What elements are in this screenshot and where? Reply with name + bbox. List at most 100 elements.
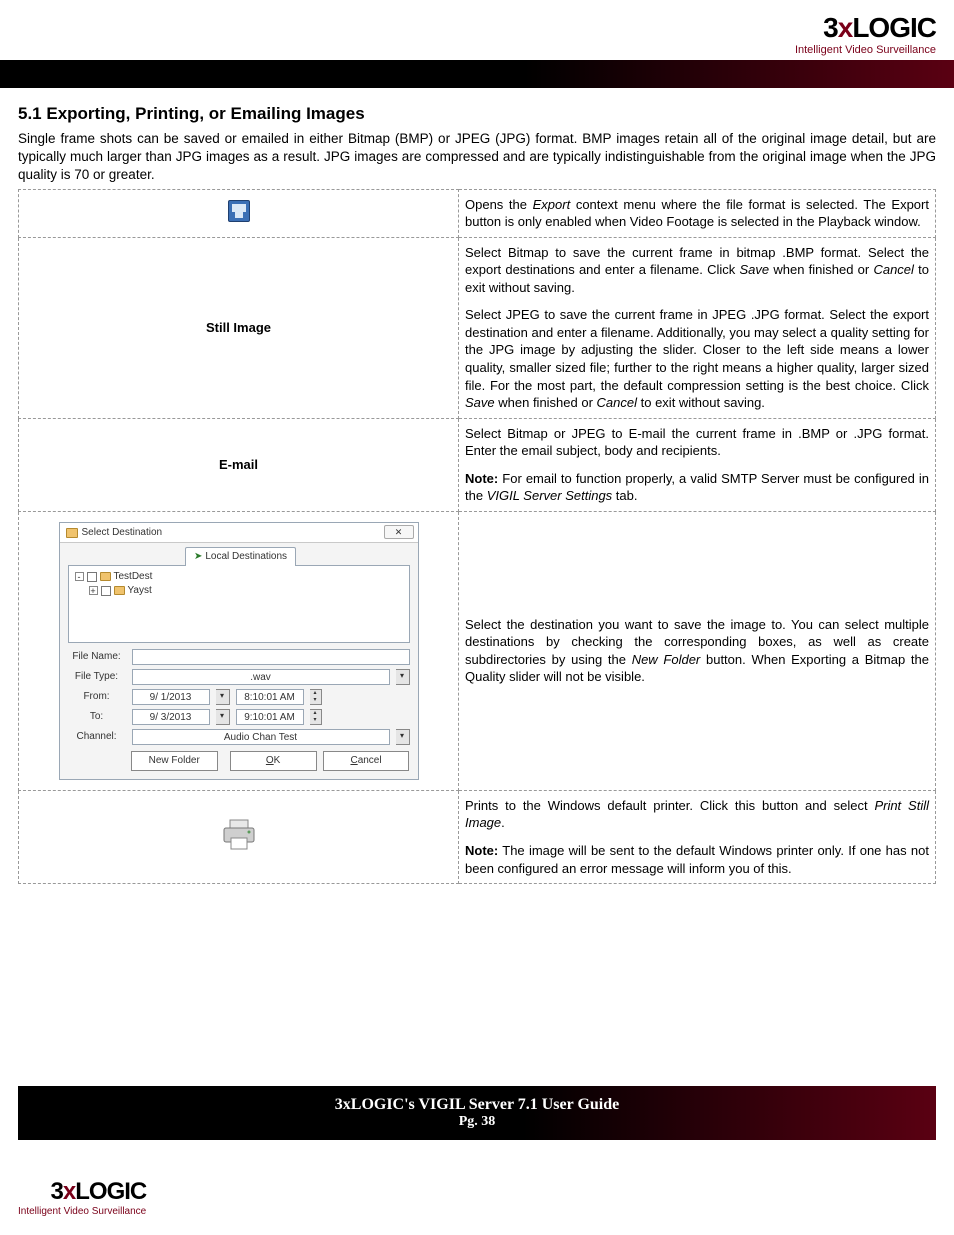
row-filename: File Name: xyxy=(68,649,410,665)
table-row: Still Image Select Bitmap to save the cu… xyxy=(19,237,936,418)
cell-export-desc: Opens the Export context menu where the … xyxy=(459,189,936,237)
tree-label: TestDest xyxy=(114,570,153,584)
dialog-title: Select Destination xyxy=(82,526,163,540)
tab-label: Local Destinations xyxy=(205,551,287,562)
dropdown-icon[interactable]: ▾ xyxy=(396,669,410,685)
arrow-icon: ➤ xyxy=(194,551,202,562)
dropdown-icon[interactable]: ▾ xyxy=(396,729,410,745)
cell-dest-desc: Select the destination you want to save … xyxy=(459,511,936,790)
spinner[interactable]: ▴▾ xyxy=(310,709,322,725)
dialog-title-bar: Select Destination ✕ xyxy=(60,523,418,544)
folder-icon xyxy=(66,528,78,538)
label-to: To: xyxy=(68,710,126,724)
row-to: To: 9/ 3/2013 ▾ 9:10:01 AM ▴▾ xyxy=(68,709,410,725)
logo-x: x xyxy=(63,1178,75,1205)
em-cancel: Cancel xyxy=(873,262,913,277)
text: Select JPEG to save the current frame in… xyxy=(465,307,929,392)
spinner[interactable]: ▴▾ xyxy=(310,689,322,705)
new-folder-button[interactable]: New Folder xyxy=(131,751,218,771)
em-export: Export xyxy=(533,197,571,212)
tab-local-destinations[interactable]: ➤Local Destinations xyxy=(185,547,296,566)
label-filetype: File Type: xyxy=(68,670,126,684)
feature-table: Opens the Export context menu where the … xyxy=(18,189,936,884)
text: when finished or xyxy=(495,395,597,410)
footer-page: Pg. 38 xyxy=(18,1114,936,1130)
text: Select Bitmap or JPEG to E-mail the curr… xyxy=(465,425,929,460)
footer-title: 3xLOGIC's VIGIL Server 7.1 User Guide xyxy=(18,1096,936,1114)
section-title: 5.1 Exporting, Printing, or Emailing Ima… xyxy=(18,104,936,124)
logo-part1: 3 xyxy=(823,12,838,43)
row-channel: Channel: Audio Chan Test ▾ xyxy=(68,729,410,745)
label-channel: Channel: xyxy=(68,730,126,744)
cell-still-label: Still Image xyxy=(19,237,459,418)
expand-icon[interactable]: + xyxy=(89,586,98,595)
text: when finished or xyxy=(769,262,873,277)
em-save: Save xyxy=(740,262,770,277)
folder-icon xyxy=(100,572,111,581)
dropdown-icon[interactable]: ▾ xyxy=(216,709,230,725)
dialog-button-row: New Folder OK Cancel xyxy=(68,751,410,771)
destination-tree[interactable]: - TestDest + Yayst xyxy=(68,565,410,643)
text: tab. xyxy=(612,488,637,503)
filename-input[interactable] xyxy=(132,649,410,665)
dropdown-icon[interactable]: ▾ xyxy=(216,689,230,705)
ok-button[interactable]: OK xyxy=(230,751,317,771)
em-new-folder: New Folder xyxy=(632,652,701,667)
from-time-input[interactable]: 8:10:01 AM xyxy=(236,689,304,705)
page-content: 5.1 Exporting, Printing, or Emailing Ima… xyxy=(0,104,954,884)
em-settings: VIGIL Server Settings xyxy=(487,488,613,503)
close-button[interactable]: ✕ xyxy=(384,525,414,539)
table-row: Prints to the Windows default printer. C… xyxy=(19,790,936,883)
to-time-input[interactable]: 9:10:01 AM xyxy=(236,709,304,725)
logo-part1: 3 xyxy=(51,1178,63,1205)
to-date-input[interactable]: 9/ 3/2013 xyxy=(132,709,210,725)
dialog-body: ➤Local Destinations - TestDest + xyxy=(60,543,418,779)
collapse-icon[interactable]: - xyxy=(75,572,84,581)
from-date-input[interactable]: 9/ 1/2013 xyxy=(132,689,210,705)
cancel-button[interactable]: Cancel xyxy=(323,751,410,771)
tree-label: Yayst xyxy=(128,584,152,598)
text: The image will be sent to the default Wi… xyxy=(465,843,929,876)
text: Opens the xyxy=(465,197,533,212)
footer-logo-area: 3xLOGIC Intelligent Video Surveillance xyxy=(18,1178,146,1217)
header-bar xyxy=(0,60,954,88)
checkbox[interactable] xyxy=(101,586,111,596)
cell-print-desc: Prints to the Windows default printer. C… xyxy=(459,790,936,883)
table-row: E-mail Select Bitmap or JPEG to E-mail t… xyxy=(19,418,936,511)
label-from: From: xyxy=(68,690,126,704)
select-destination-dialog: Select Destination ✕ ➤Local Destinations… xyxy=(59,522,419,780)
row-filetype: File Type: .wav ▾ xyxy=(68,669,410,685)
logo-x: x xyxy=(838,12,853,43)
table-row: Select Destination ✕ ➤Local Destinations… xyxy=(19,511,936,790)
text: Prints to the Windows default printer. C… xyxy=(465,798,874,813)
logo-tagline: Intelligent Video Surveillance xyxy=(18,1206,146,1217)
row-from: From: 9/ 1/2013 ▾ 8:10:01 AM ▴▾ xyxy=(68,689,410,705)
logo-part2: LOGIC xyxy=(75,1178,146,1205)
cell-printer-icon xyxy=(19,790,459,883)
printer-icon xyxy=(219,840,259,855)
em-cancel: Cancel xyxy=(597,395,637,410)
note-label: Note: xyxy=(465,471,498,486)
section-intro: Single frame shots can be saved or email… xyxy=(18,130,936,185)
note-label: Note: xyxy=(465,843,498,858)
logo-part2: LOGIC xyxy=(852,12,936,43)
cell-dialog-screenshot: Select Destination ✕ ➤Local Destinations… xyxy=(19,511,459,790)
brand-logo: 3xLOGIC Intelligent Video Surveillance xyxy=(795,12,936,56)
cell-still-desc: Select Bitmap to save the current frame … xyxy=(459,237,936,418)
label-filename: File Name: xyxy=(68,650,126,664)
channel-select[interactable]: Audio Chan Test xyxy=(132,729,390,745)
em-save: Save xyxy=(465,395,495,410)
checkbox[interactable] xyxy=(87,572,97,582)
cell-email-desc: Select Bitmap or JPEG to E-mail the curr… xyxy=(459,418,936,511)
tree-item-root[interactable]: - TestDest xyxy=(75,570,403,584)
cell-export-icon xyxy=(19,189,459,237)
cell-email-label: E-mail xyxy=(19,418,459,511)
tree-item-child[interactable]: + Yayst xyxy=(89,584,403,598)
logo-tagline: Intelligent Video Surveillance xyxy=(795,44,936,56)
text: to exit without saving. xyxy=(637,395,765,410)
header-logo-area: 3xLOGIC Intelligent Video Surveillance xyxy=(0,0,954,60)
brand-logo-footer: 3xLOGIC Intelligent Video Surveillance xyxy=(18,1178,146,1217)
table-row: Opens the Export context menu where the … xyxy=(19,189,936,237)
filetype-select[interactable]: .wav xyxy=(132,669,390,685)
footer-bar: 3xLOGIC's VIGIL Server 7.1 User Guide Pg… xyxy=(18,1086,936,1140)
